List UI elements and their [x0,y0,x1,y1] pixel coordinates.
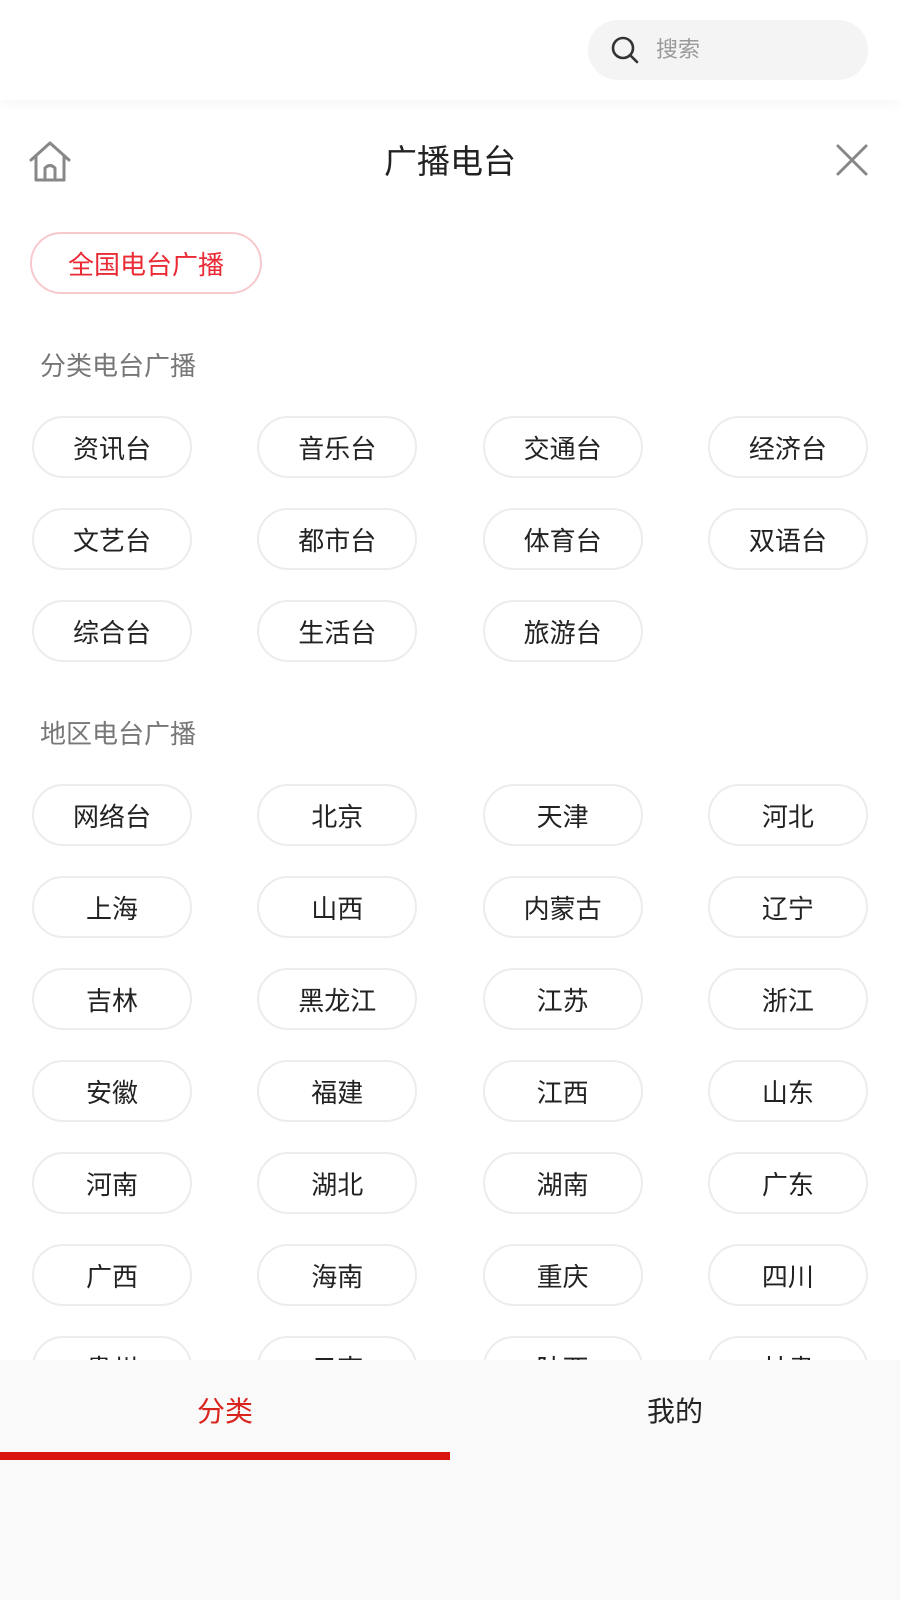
region-station-item[interactable]: 重庆 [482,1244,643,1306]
region-grid: 网络台 北京 天津 河北上海 山西 内蒙古 辽宁吉林 黑龙江 江苏 浙江安徽 福建 江西 山东河南 湖北 湖… [32,784,868,1398]
region-station-item[interactable]: 北京 [257,784,418,846]
search-input[interactable] [656,37,836,63]
category-station-item[interactable]: 音乐台 [257,416,418,478]
region-station-item[interactable]: 河北 [707,784,868,846]
region-station-item[interactable]: 广东 [707,1152,868,1214]
top-bar [0,0,900,100]
region-station-item[interactable]: 黑龙江 [257,968,418,1030]
region-station-item[interactable]: 四川 [707,1244,868,1306]
region-station-item[interactable]: 内蒙古 [482,876,643,938]
bottom-nav: 分类 我的 [0,1360,900,1600]
tab-category[interactable]: 分类 [0,1360,450,1460]
active-tab-indicator [0,1452,450,1460]
search-box[interactable] [588,20,868,80]
category-grid: 资讯台 音乐台 交通台 经济台文艺台 都市台 体育台 双语台综合台 生活台 旅游台 [32,416,868,662]
region-station-item[interactable]: 河南 [32,1152,192,1214]
region-station-item[interactable]: 山东 [707,1060,868,1122]
region-station-item[interactable]: 江西 [482,1060,643,1122]
region-station-item[interactable]: 上海 [32,876,192,938]
category-station-item[interactable]: 文艺台 [32,508,192,570]
page-header: 广播电台 [0,128,900,198]
region-station-item[interactable]: 福建 [257,1060,418,1122]
category-station-item[interactable]: 资讯台 [32,416,192,478]
region-station-item[interactable]: 浙江 [707,968,868,1030]
category-station-item[interactable]: 都市台 [257,508,418,570]
category-section-title: 分类电台广播 [40,352,197,382]
region-station-item[interactable]: 湖北 [257,1152,418,1214]
region-station-item[interactable]: 山西 [257,876,418,938]
region-station-item[interactable]: 天津 [482,784,643,846]
category-station-item[interactable]: 旅游台 [482,600,643,662]
tab-mine[interactable]: 我的 [450,1360,900,1460]
category-station-item[interactable]: 双语台 [707,508,868,570]
search-icon [611,36,639,64]
region-station-item[interactable]: 江苏 [482,968,643,1030]
category-station-item[interactable]: 综合台 [32,600,192,662]
close-icon [836,144,868,176]
region-station-item[interactable]: 广西 [32,1244,192,1306]
region-station-item[interactable]: 网络台 [32,784,192,846]
region-station-item[interactable]: 海南 [257,1244,418,1306]
category-station-item[interactable]: 交通台 [482,416,643,478]
region-section-title: 地区电台广播 [40,720,197,750]
region-station-item[interactable]: 辽宁 [707,876,868,938]
category-station-item[interactable]: 体育台 [482,508,643,570]
page-title: 广播电台 [384,142,516,181]
region-station-item[interactable]: 安徽 [32,1060,192,1122]
region-station-item[interactable]: 吉林 [32,968,192,1030]
category-station-item[interactable]: 经济台 [707,416,868,478]
category-station-item[interactable]: 生活台 [257,600,418,662]
region-station-item[interactable]: 湖南 [482,1152,643,1214]
national-radio-button[interactable]: 全国电台广播 [30,232,262,294]
close-button[interactable] [832,140,872,180]
